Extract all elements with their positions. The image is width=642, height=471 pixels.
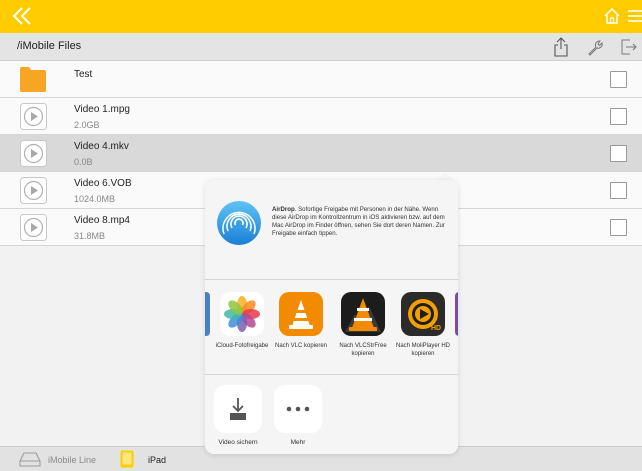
airdrop-description: AirDrop. Sofortige Freigabe mit Personen…	[272, 206, 450, 238]
home-icon[interactable]	[603, 7, 621, 25]
share-sheet: AirDrop. Sofortige Freigabe mit Personen…	[205, 180, 458, 454]
select-checkbox[interactable]	[610, 71, 627, 88]
app-label: Nach VLC kopieren	[274, 343, 328, 349]
partial-app-icon[interactable]	[455, 292, 458, 336]
file-size: 2.0GB	[74, 120, 100, 130]
play-icon	[20, 214, 47, 241]
share-app-vlc[interactable]: Nach VLC kopieren	[273, 292, 329, 351]
hard-drive-icon[interactable]	[19, 451, 41, 467]
current-path: /iMobile Files	[17, 40, 82, 52]
select-checkbox[interactable]	[610, 145, 627, 162]
app-label: Nach MoliPlayer HD kopieren	[395, 343, 450, 357]
exit-icon[interactable]	[619, 37, 639, 57]
ipad-icon[interactable]	[120, 450, 134, 468]
airdrop-text: . Sofortige Freigabe mit Personen in der…	[272, 206, 445, 238]
file-name: Video 8.mp4	[74, 215, 130, 226]
airdrop-section: AirDrop. Sofortige Freigabe mit Personen…	[205, 180, 458, 280]
airdrop-title: AirDrop	[272, 206, 295, 213]
share-icon[interactable]	[551, 37, 571, 57]
photos-icon	[220, 292, 264, 336]
file-row[interactable]: Video 1.mpg 2.0GB	[0, 98, 642, 135]
share-app-moliplayer[interactable]: HD Nach MoliPlayer HD kopieren	[394, 292, 452, 359]
file-name: Test	[74, 69, 93, 80]
device-label[interactable]: iMobile Line	[48, 455, 96, 465]
select-checkbox[interactable]	[610, 219, 627, 236]
file-size: 0.0B	[74, 157, 93, 167]
double-chevron-left-icon[interactable]	[10, 4, 34, 28]
vlcstrfree-icon	[341, 292, 385, 336]
share-app-vlcstrfree[interactable]: Nach VLCStrFree kopieren	[332, 292, 394, 359]
device-label[interactable]: iPad	[148, 455, 166, 465]
more-action[interactable]: Mehr	[268, 385, 328, 446]
play-icon	[20, 140, 47, 167]
save-video-action[interactable]: Video sichern	[208, 385, 268, 446]
share-actions-row: Video sichern Mehr	[205, 375, 458, 454]
vlc-icon	[279, 292, 323, 336]
file-size: 1024.0MB	[74, 194, 116, 204]
file-size: 31.8MB	[74, 231, 106, 241]
path-bar: /iMobile Files	[0, 33, 642, 61]
save-video-icon	[214, 385, 262, 433]
file-row[interactable]: Test	[0, 61, 642, 98]
partial-app-icon[interactable]	[205, 292, 210, 336]
svg-text:HD: HD	[431, 325, 441, 332]
select-checkbox[interactable]	[610, 108, 627, 125]
airdrop-icon[interactable]	[216, 200, 262, 246]
more-icon	[274, 385, 322, 433]
select-checkbox[interactable]	[610, 182, 627, 199]
app-label: iCloud-Fotofreigabe	[215, 343, 269, 349]
action-label: Mehr	[290, 439, 306, 446]
folder-icon	[20, 67, 46, 92]
top-bar	[0, 0, 642, 33]
play-icon	[20, 103, 47, 130]
moliplayer-icon: HD	[401, 292, 445, 336]
share-apps-row: iCloud-Fotofreigabe Nach VLC kopieren Na…	[205, 280, 458, 375]
file-name: Video 6.VOB	[74, 178, 132, 189]
app-label: Nach VLCStrFree kopieren	[339, 343, 387, 357]
play-icon	[20, 177, 47, 204]
action-label: Video sichern	[218, 439, 258, 446]
file-name: Video 1.mpg	[74, 104, 130, 115]
file-name: Video 4.mkv	[74, 141, 129, 152]
wrench-icon[interactable]	[585, 37, 605, 57]
file-row[interactable]: Video 4.mkv 0.0B	[0, 135, 642, 172]
share-app-icloud[interactable]: iCloud-Fotofreigabe	[214, 292, 270, 351]
menu-icon[interactable]	[626, 8, 642, 24]
